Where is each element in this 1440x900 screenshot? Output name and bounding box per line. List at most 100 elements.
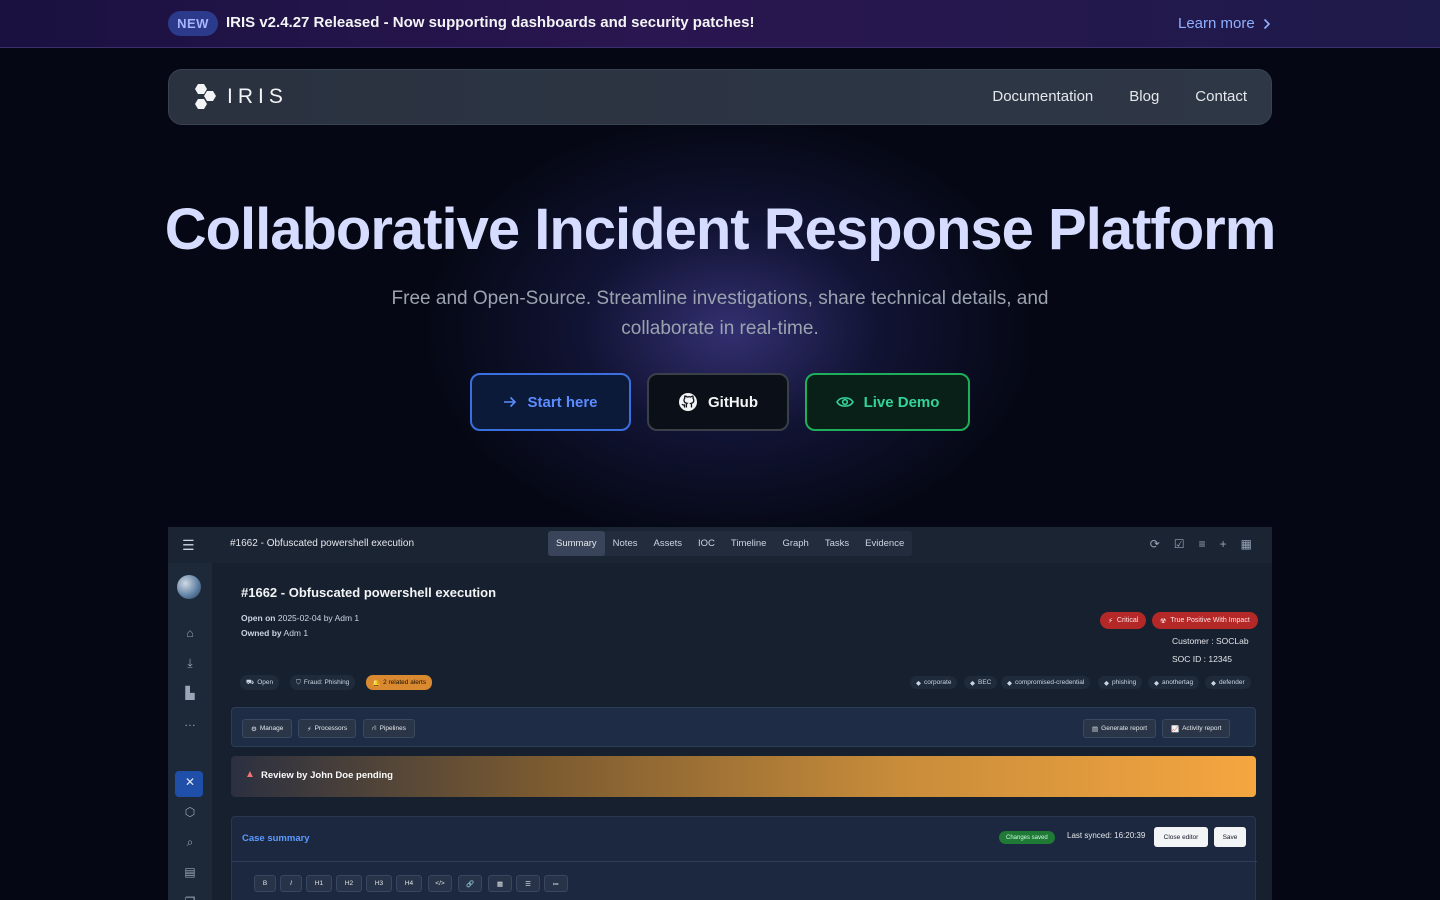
bold-button[interactable]: B [254, 875, 276, 892]
document-icon[interactable]: ▤ [181, 865, 199, 879]
processors-button[interactable]: ⚡ Processors [298, 719, 357, 738]
tag-defender[interactable]: ◆ defender [1205, 676, 1251, 689]
download-icon[interactable]: ⤓ [181, 656, 199, 671]
hamburger-menu-icon[interactable]: ☰ [182, 537, 195, 554]
h1-button[interactable]: H1 [306, 875, 332, 892]
divider [232, 861, 1257, 862]
eye-icon [835, 397, 854, 407]
iris-logo[interactable]: IRIS [189, 82, 288, 112]
plus-icon[interactable]: + [1220, 537, 1227, 551]
link-button[interactable]: 🔗 [458, 875, 482, 892]
generate-report-button[interactable]: ▤ Generate report [1083, 719, 1157, 738]
tab-evidence[interactable]: Evidence [857, 531, 912, 556]
announcement-bar: NEW IRIS v2.4.27 Released - Now supporti… [0, 0, 1440, 48]
open-label: Open on [241, 613, 276, 623]
layers-icon[interactable]: ❐ [181, 895, 199, 900]
github-icon [679, 393, 697, 411]
hero-subtitle: Free and Open-Source. Streamline investi… [391, 288, 1049, 339]
case-summary-title: Case summary [242, 833, 310, 844]
case-toolbar: ⚙ Manage ⚡ Processors ⛙ Pipelines ▤ Gene… [231, 707, 1256, 747]
activity-report-button[interactable]: 📈 Activity report [1162, 719, 1231, 738]
table-button[interactable]: ▦ [488, 875, 512, 892]
app-sidebar: ⌂ ⤓ ▙ … ✕ ⬡ ⌕ ▤ ❐ [168, 563, 212, 900]
owned-label: Owned by [241, 628, 282, 638]
classification-badge: ☢ True Positive With Impact [1152, 612, 1258, 629]
tab-assets[interactable]: Assets [645, 531, 690, 556]
chevron-right-icon [1263, 18, 1270, 29]
tag-anothertag[interactable]: ◆ anothertag [1148, 676, 1200, 689]
review-warning-banner: ▲ Review by John Doe pending [231, 756, 1256, 797]
learn-more-link[interactable]: Learn more [1178, 15, 1271, 32]
soc-id-line: SOC ID : 12345 [1172, 654, 1233, 664]
more-icon[interactable]: … [181, 715, 199, 729]
search-icon[interactable]: ⌕ [181, 835, 199, 850]
status-pill-open[interactable]: ⛟ Open [240, 675, 280, 690]
github-label: GitHub [708, 393, 758, 411]
grid-icon[interactable]: ▦ [1241, 537, 1252, 551]
start-here-label: Start here [527, 393, 598, 411]
announcement-message: IRIS v2.4.27 Released - Now supporting d… [226, 14, 755, 31]
tab-ioc[interactable]: IOC [690, 531, 723, 556]
nav-link-contact[interactable]: Contact [1195, 88, 1247, 105]
topbar-icons: ⟳ ☑ ≡ + ▦ [1150, 537, 1252, 551]
home-icon[interactable]: ⌂ [181, 626, 199, 640]
building-icon[interactable]: ▙ [181, 686, 199, 700]
learn-more-label: Learn more [1178, 15, 1255, 32]
tab-summary[interactable]: Summary [548, 531, 605, 556]
last-synced-text: Last synced: 16:20:39 [1067, 831, 1146, 840]
case-owner-line: Owned by Adm 1 [241, 628, 308, 638]
bullet-list-button[interactable]: ☰ [516, 875, 540, 892]
status-pill-classification[interactable]: ⛉ Fraud: Phishing [290, 675, 356, 690]
warning-icon: ▲ [245, 769, 255, 780]
italic-button[interactable]: I [280, 875, 302, 892]
close-editor-button[interactable]: Close editor [1154, 827, 1208, 847]
bug-icon[interactable]: ⬡ [181, 805, 199, 819]
navbar: IRIS Documentation Blog Contact [168, 69, 1272, 125]
live-demo-button[interactable]: Live Demo [805, 373, 970, 431]
code-button[interactable]: </> [428, 875, 452, 892]
hero-title: Collaborative Incident Response Platform [164, 197, 1277, 262]
h2-button[interactable]: H2 [336, 875, 362, 892]
app-preview: ☰ #1662 - Obfuscated powershell executio… [168, 527, 1272, 900]
tab-notes[interactable]: Notes [605, 531, 646, 556]
app-tabs: Summary Notes Assets IOC Timeline Graph … [548, 531, 913, 556]
logo-text: IRIS [227, 85, 288, 108]
new-badge: NEW [168, 11, 218, 36]
tab-tasks[interactable]: Tasks [817, 531, 857, 556]
checklist-icon[interactable]: ☑ [1174, 537, 1185, 551]
owned-value: Adm 1 [283, 628, 309, 638]
case-heading: #1662 - Obfuscated powershell execution [241, 585, 497, 600]
numbered-list-button[interactable]: ≔ [544, 875, 568, 892]
tag-bec[interactable]: ◆ BEC [964, 676, 998, 689]
customer-line: Customer : SOCLab [1172, 636, 1249, 646]
nav-links: Documentation Blog Contact [992, 88, 1247, 105]
nav-link-documentation[interactable]: Documentation [992, 88, 1093, 105]
h4-button[interactable]: H4 [396, 875, 422, 892]
start-here-button[interactable]: Start here [470, 373, 631, 431]
database-icon[interactable]: ≡ [1199, 537, 1206, 551]
app-topbar: ☰ #1662 - Obfuscated powershell executio… [168, 527, 1272, 563]
tag-compromised-credential[interactable]: ◆ compromised-credential [1001, 676, 1091, 689]
tag-corporate[interactable]: ◆ corporate [910, 676, 958, 689]
save-button[interactable]: Save [1214, 827, 1246, 847]
arrow-right-icon [504, 396, 517, 408]
h3-button[interactable]: H3 [366, 875, 392, 892]
hexagon-logo-icon [195, 84, 216, 109]
critical-badge: ⚡ Critical [1100, 612, 1147, 629]
tag-phishing[interactable]: ◆ phishing [1098, 676, 1143, 689]
github-button[interactable]: GitHub [647, 373, 789, 431]
avatar[interactable] [177, 575, 201, 599]
manage-button[interactable]: ⚙ Manage [242, 719, 293, 738]
changes-saved-badge: Changes saved [999, 831, 1055, 844]
refresh-icon[interactable]: ⟳ [1150, 537, 1160, 551]
tab-timeline[interactable]: Timeline [723, 531, 775, 556]
nav-link-blog[interactable]: Blog [1129, 88, 1159, 105]
related-alerts-pill[interactable]: 🔔 2 related alerts [366, 675, 433, 690]
warning-text: Review by John Doe pending [261, 770, 393, 781]
open-value: 2025-02-04 by Adm 1 [277, 613, 360, 623]
tab-graph[interactable]: Graph [774, 531, 816, 556]
case-open-line: Open on 2025-02-04 by Adm 1 [241, 613, 359, 623]
pipelines-button[interactable]: ⛙ Pipelines [363, 719, 415, 738]
live-demo-label: Live Demo [863, 393, 940, 411]
app-case-title: #1662 - Obfuscated powershell execution [230, 538, 415, 549]
